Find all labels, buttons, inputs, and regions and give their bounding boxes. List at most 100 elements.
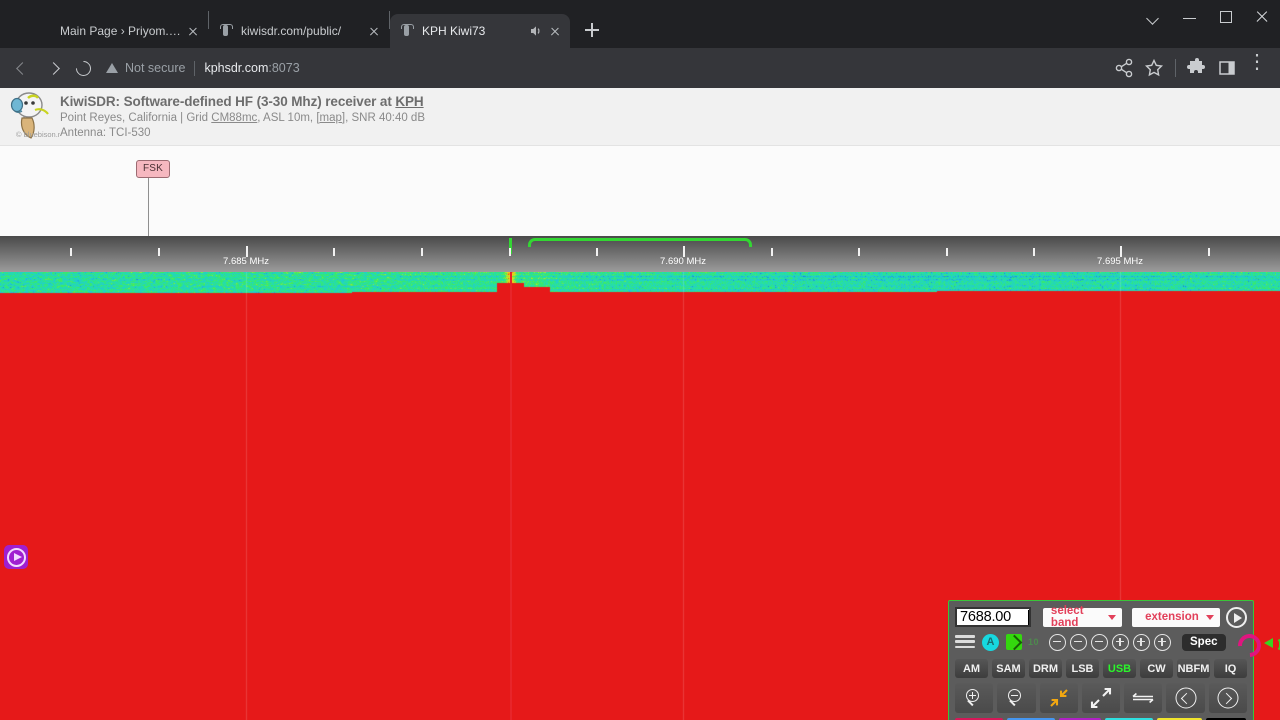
arrow-up-right-icon[interactable]: [1006, 634, 1022, 650]
new-tab-button[interactable]: [578, 16, 606, 44]
scale-tick: [509, 248, 511, 256]
scale-tick: [333, 248, 335, 256]
pan-left-button[interactable]: [1166, 683, 1205, 713]
maximize-icon[interactable]: [1208, 0, 1244, 34]
mode-button-usb[interactable]: USB: [1103, 659, 1136, 678]
arrows-collapse-icon: [1040, 683, 1078, 713]
antenna-switch-badge[interactable]: A: [982, 633, 999, 651]
mode-button-lsb[interactable]: LSB: [1066, 659, 1099, 678]
waterfall-play-button[interactable]: [4, 545, 28, 569]
map-link[interactable]: [map]: [316, 112, 345, 124]
step-down-2-button[interactable]: [1070, 633, 1088, 651]
tab-close-icon[interactable]: [184, 22, 202, 40]
scale-label: 7.690 MHz: [660, 256, 706, 267]
navigation-button-row: [955, 683, 1247, 713]
text-caret: [1028, 609, 1029, 625]
tab-favicon: [38, 24, 52, 38]
band-label-leader-line: [148, 178, 149, 236]
location-text: Point Reyes, California | Grid: [60, 112, 212, 124]
tab-title: KPH Kiwi73: [422, 24, 486, 38]
browser-tab-1[interactable]: Main Page › Priyom.org: [28, 14, 208, 48]
scale-tick: [421, 248, 423, 256]
window-controls: [1136, 0, 1280, 34]
step-down-1-button[interactable]: [1091, 633, 1109, 651]
frequency-scale[interactable]: 7.685 MHz 7.690 MHz 7.695 MHz: [0, 236, 1280, 272]
mode-button-nbfm[interactable]: NBFM: [1177, 659, 1210, 678]
hamburger-menu-icon[interactable]: [955, 635, 975, 649]
chevron-right-circle-icon: [1217, 687, 1239, 709]
tab-close-icon[interactable]: [546, 22, 564, 40]
magnifier-minus-icon: [1006, 688, 1026, 708]
frequency-input[interactable]: [955, 607, 1031, 627]
more-vertical-icon[interactable]: [1242, 49, 1272, 83]
grid-link[interactable]: CM88mc: [211, 112, 257, 124]
page-title-text: KiwiSDR: Software-defined HF (3-30 Mhz) …: [60, 94, 396, 109]
browser-tab-2[interactable]: kiwisdr.com/public/: [209, 14, 389, 48]
reload-icon[interactable]: [68, 53, 98, 83]
step-down-3-button[interactable]: [1049, 633, 1067, 651]
mode-button-drm[interactable]: DRM: [1029, 659, 1062, 678]
pan-both-button[interactable]: [1124, 683, 1163, 713]
panel-play-button[interactable]: [1226, 606, 1248, 628]
tab-title: kiwisdr.com/public/: [241, 24, 342, 38]
scale-tick: [596, 248, 598, 256]
chevron-left-circle-icon: [1175, 687, 1197, 709]
panel-top-row: select band extension: [955, 605, 1248, 629]
band-label-fsk[interactable]: FSK: [136, 160, 171, 178]
zoom-in-button[interactable]: [955, 683, 994, 713]
minimize-icon[interactable]: [1172, 0, 1208, 34]
step-up-2-button[interactable]: [1133, 633, 1151, 651]
logo-credit: © bluebison.net: [16, 130, 60, 139]
url-port: :8073: [268, 61, 300, 75]
zoom-to-band-button[interactable]: [1039, 683, 1078, 713]
omnibox-divider: [194, 60, 196, 76]
scale-tick: [858, 248, 860, 256]
zoom-max-out-button[interactable]: [1081, 683, 1121, 713]
forward-arrow-icon[interactable]: [38, 53, 68, 83]
panel-icon-row: A 10 Spec: [955, 630, 1280, 654]
share-icon[interactable]: [1109, 53, 1139, 83]
step-up-3-button[interactable]: [1154, 633, 1172, 651]
step-size-label: 10: [1028, 637, 1040, 647]
step-up-1-button[interactable]: [1112, 633, 1130, 651]
scale-label: 7.695 MHz: [1097, 256, 1143, 267]
asl-text: , ASL 10m,: [257, 112, 317, 124]
kiwi-icon: [219, 24, 233, 38]
extensions-puzzle-icon[interactable]: [1182, 53, 1212, 83]
spectrum-toggle-button[interactable]: Spec: [1182, 633, 1226, 651]
scale-tick: [771, 248, 773, 256]
headphone-icon[interactable]: [1237, 634, 1254, 651]
chevron-down-icon[interactable]: [1136, 0, 1172, 34]
kiwi-icon: [400, 24, 414, 38]
passband-indicator[interactable]: [528, 238, 752, 247]
tab-close-icon[interactable]: [365, 22, 383, 40]
select-band-dropdown[interactable]: select band: [1042, 605, 1122, 629]
arrows-expand-icon: [1082, 683, 1120, 713]
browser-toolbar: Not secure kphsdr.com :8073: [0, 48, 1280, 88]
scale-tick: [1208, 248, 1210, 256]
bookmark-star-icon[interactable]: [1139, 53, 1169, 83]
mode-button-am[interactable]: AM: [955, 659, 988, 678]
close-icon[interactable]: [1244, 0, 1280, 34]
back-arrow-icon[interactable]: [8, 53, 38, 83]
browser-tab-3-active[interactable]: KPH Kiwi73: [390, 14, 570, 48]
pan-right-button[interactable]: [1208, 683, 1247, 713]
extension-label: extension: [1145, 611, 1199, 623]
speaker-icon[interactable]: [1263, 634, 1280, 652]
zoom-out-button[interactable]: [997, 683, 1036, 713]
address-bar[interactable]: Not secure kphsdr.com :8073: [106, 54, 1101, 82]
mode-button-iq[interactable]: IQ: [1214, 659, 1247, 678]
scale-tick: [158, 248, 160, 256]
extension-dropdown[interactable]: extension: [1131, 607, 1221, 627]
mode-button-sam[interactable]: SAM: [992, 659, 1025, 678]
tab-title: Main Page › Priyom.org: [60, 24, 184, 38]
url-host: kphsdr.com: [204, 61, 269, 75]
scale-tick: [70, 248, 72, 256]
toolbar-divider: [1175, 59, 1176, 77]
scale-label: 7.685 MHz: [223, 256, 269, 267]
mode-button-cw[interactable]: CW: [1140, 659, 1173, 678]
kph-link[interactable]: KPH: [395, 94, 423, 109]
kiwi-bird-logo: © bluebison.net: [2, 88, 60, 140]
tab-mute-icon[interactable]: [528, 23, 544, 39]
side-panel-icon[interactable]: [1212, 53, 1242, 83]
